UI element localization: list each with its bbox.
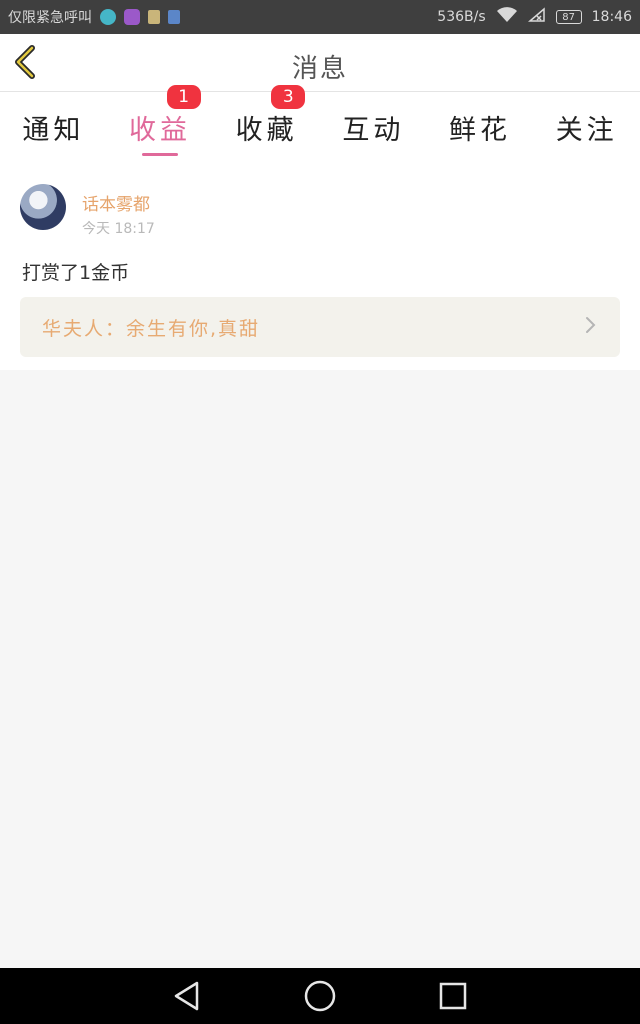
header: 消息 (0, 34, 640, 92)
tab-badge: 1 (166, 85, 201, 109)
signal-icon (527, 7, 546, 27)
triangle-back-icon (174, 981, 198, 1011)
tab-earnings[interactable]: 收益 1 (107, 85, 214, 162)
moon-app-icon (100, 9, 116, 25)
username[interactable]: 话本雾都 (82, 190, 150, 215)
clock: 18:46 (591, 9, 632, 25)
active-tab-indicator (142, 153, 178, 156)
chevron-right-icon (584, 315, 598, 339)
tab-notifications[interactable]: 通知 (0, 92, 107, 162)
system-nav-bar (0, 968, 640, 1024)
tab-label: 收藏 (235, 115, 298, 146)
tab-label: 通知 (22, 115, 85, 146)
bag-app-icon (148, 10, 160, 24)
network-speed: 536B/s (437, 9, 486, 25)
nav-back-button[interactable] (167, 976, 207, 1016)
quoted-work-text: 华夫人：余生有你,真甜 (42, 317, 261, 340)
tab-label: 互动 (342, 115, 405, 146)
notification-app-icon (168, 10, 180, 24)
tab-flowers[interactable]: 鲜花 (427, 92, 534, 162)
square-recents-icon (440, 982, 467, 1010)
quoted-work-link[interactable]: 华夫人：余生有你,真甜 (20, 297, 620, 357)
tab-label: 鲜花 (449, 115, 512, 146)
page-title: 消息 (291, 54, 348, 84)
message-text: 打赏了1金币 (22, 262, 130, 284)
nav-home-button[interactable] (300, 976, 340, 1016)
tab-label: 关注 (555, 115, 618, 146)
status-bar: 仅限紧急呼叫 536B/s 87 18:46 (0, 0, 640, 34)
nav-recents-button[interactable] (433, 976, 473, 1016)
wifi-icon (496, 7, 518, 27)
tab-interactions[interactable]: 互动 (320, 92, 427, 162)
circle-home-icon (304, 980, 336, 1012)
battery-icon: 87 (555, 10, 582, 24)
tab-follows[interactable]: 关注 (533, 92, 640, 162)
tab-label: 收益 (129, 115, 191, 146)
message-time: 今天 18:17 (82, 221, 155, 237)
gallery-app-icon (124, 9, 140, 25)
tab-bar: 通知 收益 1 收藏 3 互动 鲜花 关注 (0, 85, 640, 162)
carrier-text: 仅限紧急呼叫 (8, 10, 92, 26)
tab-favorites[interactable]: 收藏 3 (213, 85, 320, 162)
avatar[interactable] (20, 184, 66, 230)
message-item: 话本雾都 今天 18:17 打赏了1金币 华夫人：余生有你,真甜 (0, 162, 640, 370)
tab-badge: 3 (271, 85, 306, 109)
